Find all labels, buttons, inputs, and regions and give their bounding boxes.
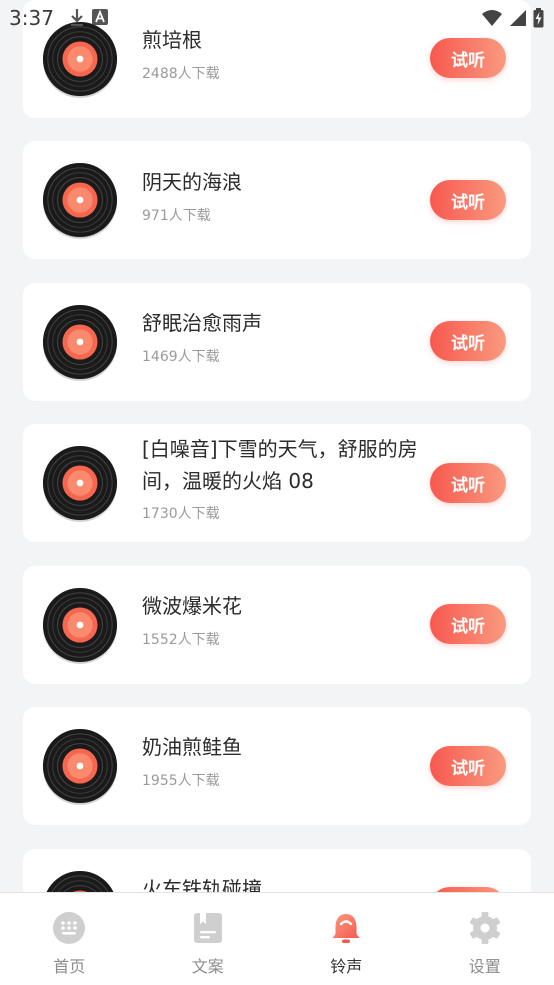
download-count: 1730人下载 (142, 503, 220, 523)
ringtone-card[interactable]: 微波爆米花 1552人下载 试听 (23, 566, 531, 684)
vinyl-disc-icon (41, 869, 119, 892)
battery-charging-icon (533, 8, 544, 28)
ringtone-card[interactable]: 奶油煎鲑鱼 1955人下载 试听 (23, 707, 531, 825)
status-time: 3:37 (9, 6, 54, 30)
listen-button[interactable]: 试听 (430, 38, 506, 78)
download-count: 971人下载 (142, 205, 211, 225)
ringtone-title: 微波爆米花 (142, 590, 427, 622)
ringtone-card[interactable]: 火车铁轨碰撞 试听 (23, 849, 531, 892)
listen-button[interactable]: 试听 (430, 746, 506, 786)
tab-ringtone[interactable]: 铃声 (277, 893, 416, 985)
download-icon (70, 8, 84, 26)
tab-label: 设置 (469, 953, 501, 977)
gear-icon (468, 911, 502, 945)
note-icon (191, 911, 225, 945)
vinyl-disc-icon (41, 303, 119, 381)
ringtone-card[interactable]: 舒眠治愈雨声 1469人下载 试听 (23, 283, 531, 401)
ringtone-title: 阴天的海浪 (142, 166, 427, 198)
download-count: 1955人下载 (142, 770, 220, 790)
bottom-tab-bar: 首页 文案 铃声 (0, 892, 554, 985)
tab-label: 首页 (53, 953, 85, 977)
vinyl-disc-icon (41, 586, 119, 664)
ringtone-card[interactable]: 阴天的海浪 971人下载 试听 (23, 141, 531, 259)
vinyl-disc-icon (41, 161, 119, 239)
download-count: 1469人下载 (142, 346, 220, 366)
vinyl-disc-icon (41, 727, 119, 805)
tab-settings[interactable]: 设置 (416, 893, 554, 985)
ringtone-title: 火车铁轨碰撞 (142, 873, 427, 892)
listen-button[interactable]: 试听 (430, 321, 506, 361)
tab-home[interactable]: 首页 (0, 893, 139, 985)
status-bar: 3:37 (0, 0, 554, 36)
download-count: 2488人下载 (142, 63, 220, 83)
status-notifications (70, 8, 108, 26)
app-notification-icon (92, 9, 108, 25)
ringtone-list[interactable]: 煎培根 2488人下载 试听 阴天的海浪 971人下载 试听 (0, 0, 554, 892)
tab-label: 铃声 (330, 953, 362, 977)
listen-button[interactable]: 试听 (430, 463, 506, 503)
ringtone-title: 舒眠治愈雨声 (142, 307, 427, 339)
tab-copywriting[interactable]: 文案 (139, 893, 278, 985)
vinyl-disc-icon (41, 444, 119, 522)
wifi-icon (481, 9, 503, 27)
signal-icon (509, 9, 527, 27)
bell-icon (329, 911, 363, 945)
grid-icon (52, 911, 86, 945)
listen-button[interactable]: 试听 (430, 604, 506, 644)
tab-label: 文案 (192, 953, 224, 977)
download-count: 1552人下载 (142, 629, 220, 649)
ringtone-card[interactable]: [白噪音]下雪的天气，舒服的房间，温暖的火焰 08 1730人下载 试听 (23, 424, 531, 542)
ringtone-title: [白噪音]下雪的天气，舒服的房间，温暖的火焰 08 (142, 433, 427, 497)
listen-button[interactable]: 试听 (430, 180, 506, 220)
status-system-icons (481, 8, 544, 28)
ringtone-title: 奶油煎鲑鱼 (142, 731, 427, 763)
